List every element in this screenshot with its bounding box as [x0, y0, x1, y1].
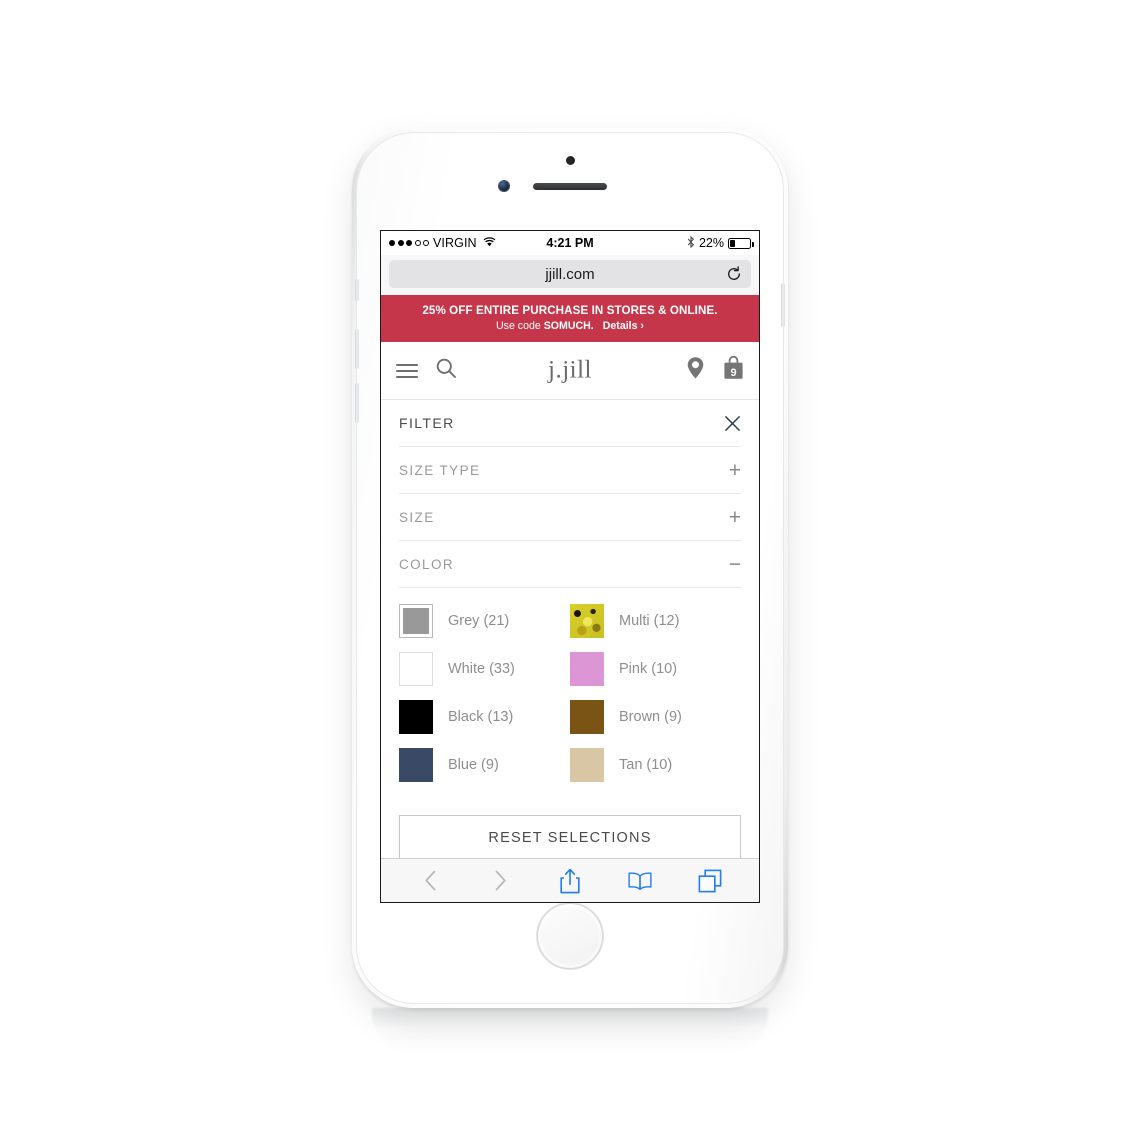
wifi-icon — [483, 236, 496, 250]
reload-icon[interactable] — [726, 266, 742, 282]
site-header: j.jill 9 — [381, 342, 759, 400]
bluetooth-icon — [687, 235, 695, 251]
filter-section-size[interactable]: SIZE + — [399, 494, 741, 541]
bag-count-badge: 9 — [730, 367, 737, 379]
search-icon[interactable] — [435, 357, 457, 384]
front-camera — [498, 180, 510, 192]
status-bar-right: 22% — [687, 235, 754, 251]
color-option-label: Grey (21) — [448, 613, 510, 629]
color-option-pink[interactable]: Pink (10) — [570, 645, 741, 693]
header-right-actions: 9 — [686, 355, 744, 385]
expand-plus-icon[interactable]: + — [729, 460, 741, 481]
color-swatch-selected[interactable] — [399, 604, 433, 638]
volume-up-button[interactable] — [355, 329, 359, 369]
color-swatch[interactable] — [399, 700, 433, 734]
reset-selections-button[interactable]: RESET SELECTIONS — [399, 815, 741, 861]
swatch-black-icon — [399, 700, 433, 734]
color-option-label: Brown (9) — [619, 709, 682, 725]
color-option-label: Tan (10) — [619, 757, 673, 773]
color-option-black[interactable]: Black (13) — [399, 693, 570, 741]
color-option-label: Pink (10) — [619, 661, 678, 677]
swatch-pink-icon — [570, 652, 604, 686]
promo-details-link[interactable]: Details › — [603, 320, 644, 332]
filter-section-label: SIZE — [399, 509, 435, 525]
swatch-blue-icon — [399, 748, 433, 782]
hamburger-menu-icon[interactable] — [396, 363, 418, 378]
swatch-brown-icon — [570, 700, 604, 734]
bookmarks-icon[interactable] — [628, 868, 652, 894]
filter-title: FILTER — [399, 415, 455, 431]
swatch-tan-icon — [570, 748, 604, 782]
logo-text: j.jill — [548, 355, 592, 383]
promo-subline: Use code SOMUCH. Details › — [387, 320, 753, 332]
swatch-grey-icon — [403, 608, 429, 634]
filter-section-color[interactable]: COLOR − — [399, 541, 741, 588]
header-left-actions — [396, 357, 457, 384]
url-bar[interactable]: jjill.com — [389, 260, 751, 288]
safari-bottom-toolbar — [381, 858, 759, 902]
color-swatch[interactable] — [570, 652, 604, 686]
canvas: VIRGIN 4:21 PM 22% jjill.com 25% OFF ENT… — [0, 0, 1140, 1140]
promo-code-prefix: Use code — [496, 320, 544, 332]
color-swatch[interactable] — [570, 748, 604, 782]
earpiece-speaker — [533, 183, 607, 190]
color-swatch[interactable] — [570, 604, 604, 638]
color-option-blue[interactable]: Blue (9) — [399, 741, 570, 789]
color-option-multi[interactable]: Multi (12) — [570, 597, 741, 645]
color-option-white[interactable]: White (33) — [399, 645, 570, 693]
promo-banner[interactable]: 25% OFF ENTIRE PURCHASE IN STORES & ONLI… — [381, 295, 759, 342]
phone-screen: VIRGIN 4:21 PM 22% jjill.com 25% OFF ENT… — [380, 230, 760, 903]
signal-strength-icon — [389, 240, 429, 246]
home-button[interactable] — [537, 903, 603, 969]
carrier-name: VIRGIN — [433, 236, 477, 250]
back-chevron-icon[interactable] — [418, 868, 442, 894]
swatch-multi-icon — [570, 604, 604, 638]
color-option-label: Black (13) — [448, 709, 514, 725]
silent-switch[interactable] — [355, 279, 359, 301]
tabs-icon[interactable] — [698, 868, 722, 894]
filter-header: FILTER — [399, 400, 741, 447]
filter-panel: FILTER SIZE TYPE + SIZE + COLOR − Grey (… — [381, 400, 759, 805]
promo-code: SOMUCH. — [543, 320, 594, 332]
color-option-label: Multi (12) — [619, 613, 680, 629]
filter-section-label: SIZE TYPE — [399, 462, 481, 478]
expand-plus-icon[interactable]: + — [729, 507, 741, 528]
close-x-icon[interactable] — [724, 415, 741, 432]
color-option-brown[interactable]: Brown (9) — [570, 693, 741, 741]
site-logo[interactable]: j.jill — [548, 356, 592, 384]
forward-chevron-icon[interactable] — [488, 868, 512, 894]
promo-headline: 25% OFF ENTIRE PURCHASE IN STORES & ONLI… — [422, 304, 718, 317]
color-option-tan[interactable]: Tan (10) — [570, 741, 741, 789]
swatch-white-icon — [399, 652, 433, 686]
volume-down-button[interactable] — [355, 383, 359, 423]
filter-section-label: COLOR — [399, 556, 455, 572]
collapse-minus-icon[interactable]: − — [729, 554, 741, 575]
color-option-label: White (33) — [448, 661, 515, 677]
battery-icon — [728, 237, 754, 249]
ios-status-bar: VIRGIN 4:21 PM 22% — [381, 231, 759, 255]
reset-button-container: RESET SELECTIONS — [381, 805, 759, 861]
color-swatch[interactable] — [399, 748, 433, 782]
phone-reflection — [372, 1008, 768, 1054]
shopping-bag-icon[interactable]: 9 — [723, 355, 744, 385]
location-pin-icon[interactable] — [686, 356, 705, 385]
status-bar-left: VIRGIN — [389, 236, 496, 250]
url-text: jjill.com — [545, 265, 595, 283]
color-swatch[interactable] — [570, 700, 604, 734]
filter-section-size-type[interactable]: SIZE TYPE + — [399, 447, 741, 494]
battery-percent-label: 22% — [698, 236, 724, 250]
power-button[interactable] — [781, 283, 785, 327]
color-option-label: Blue (9) — [448, 757, 499, 773]
color-option-grey[interactable]: Grey (21) — [399, 597, 570, 645]
color-swatch-grid: Grey (21) Multi (12) White (33) Pink (10) Bl… — [399, 588, 741, 805]
proximity-sensor — [566, 156, 575, 165]
share-icon[interactable] — [558, 868, 582, 894]
safari-url-bar-container: jjill.com — [381, 255, 759, 295]
color-swatch[interactable] — [399, 652, 433, 686]
